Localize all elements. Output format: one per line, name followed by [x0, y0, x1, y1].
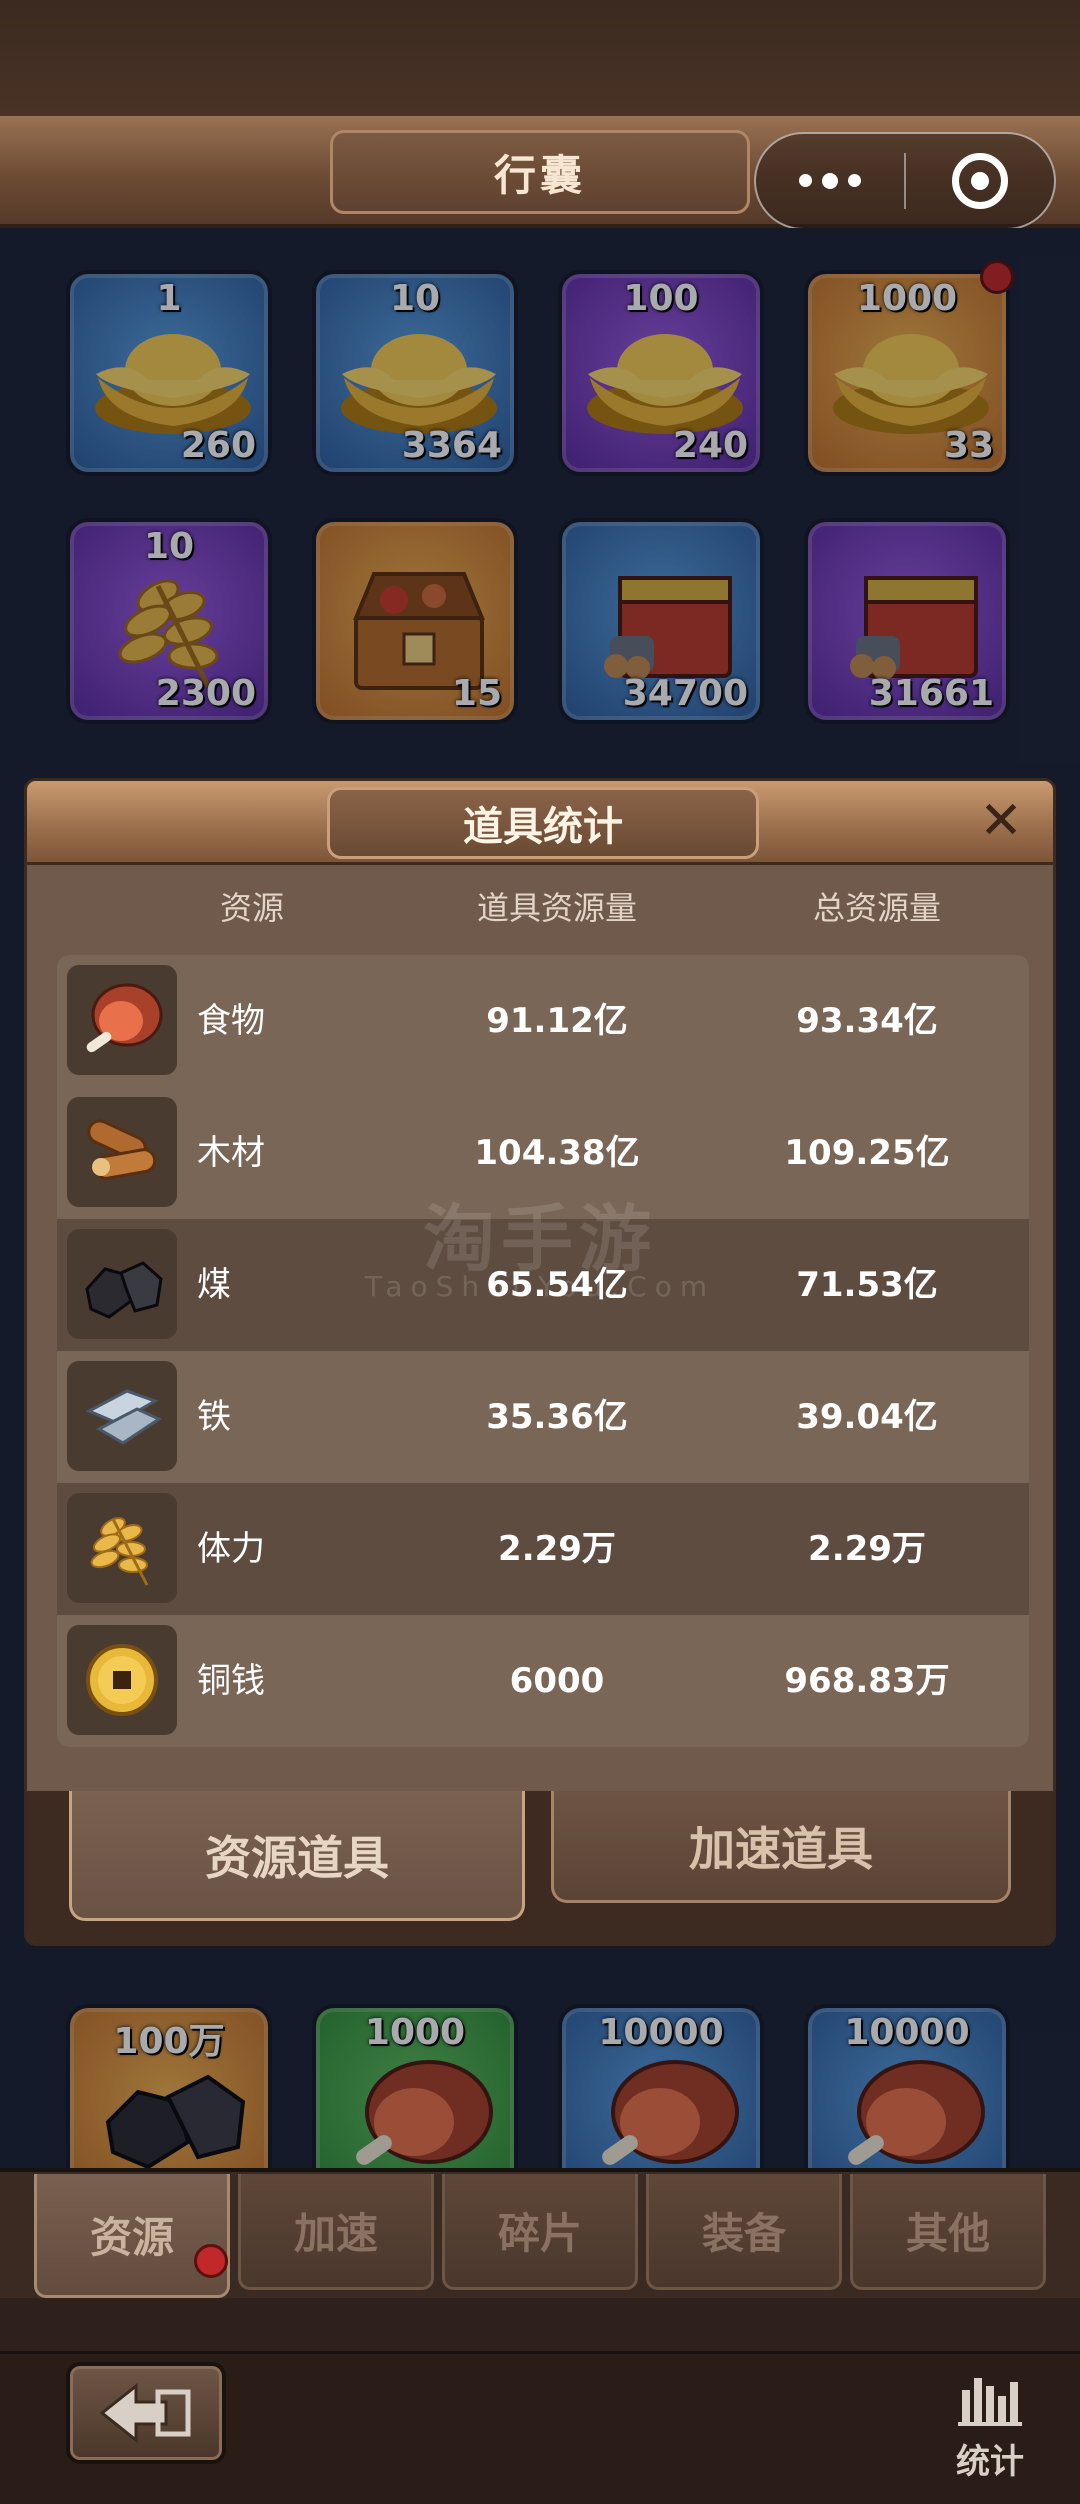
total-amount: 39.04亿	[796, 1397, 938, 1437]
tab-fragments[interactable]: 碎片	[442, 2174, 638, 2290]
table-row: 铁 35.36亿 39.04亿	[57, 1351, 1029, 1483]
table-row: 铜钱 6000 968.83万	[57, 1615, 1029, 1747]
item-amount: 35.36亿	[486, 1397, 628, 1437]
modal-tabs: 资源道具 加速道具	[27, 1791, 1053, 1943]
coin-icon	[67, 1625, 177, 1735]
table-header: 资源 道具资源量 总资源量	[27, 883, 1053, 933]
resource-name: 铁	[197, 1397, 231, 1437]
total-amount: 2.29万	[808, 1529, 926, 1569]
modal-title: 道具统计	[327, 787, 759, 859]
tab-resource-items[interactable]: 资源道具	[69, 1791, 525, 1921]
item-amount: 2.29万	[498, 1529, 616, 1569]
tab-speedup[interactable]: 加速	[238, 2174, 434, 2290]
resource-name: 铜钱	[197, 1661, 265, 1701]
stats-button[interactable]: 统计	[940, 2370, 1040, 2482]
item-amount: 6000	[509, 1661, 605, 1701]
stats-label: 统计	[956, 2442, 1024, 2482]
notification-dot	[194, 2244, 228, 2278]
column-total-amount: 总资源量	[812, 889, 941, 927]
tab-speedup-items[interactable]: 加速道具	[551, 1791, 1011, 1903]
tab-equipment[interactable]: 装备	[646, 2174, 842, 2290]
resource-name: 体力	[197, 1529, 265, 1569]
table-row: 食物 91.12亿 93.34亿	[57, 955, 1029, 1087]
resource-name: 食物	[197, 1001, 265, 1041]
mini-program-capsule	[754, 132, 1056, 230]
page-title: 行囊	[330, 130, 750, 214]
total-amount: 968.83万	[784, 1661, 950, 1701]
bar-chart-icon	[958, 2378, 1022, 2426]
back-arrow-icon	[99, 2382, 191, 2444]
back-button[interactable]	[66, 2362, 226, 2464]
tab-other[interactable]: 其他	[850, 2174, 1046, 2290]
close-icon[interactable]: ✕	[971, 791, 1031, 851]
table-row: 体力 2.29万 2.29万	[57, 1483, 1029, 1615]
item-stats-modal: 道具统计 ✕ 资源 道具资源量 总资源量 食物 91.12亿 93.34亿 木材…	[24, 778, 1056, 1946]
iron-icon	[67, 1361, 177, 1471]
wheat-icon	[67, 1493, 177, 1603]
stats-table: 食物 91.12亿 93.34亿 木材 104.38亿 109.25亿 煤 65…	[57, 955, 1029, 1747]
column-resource: 资源	[219, 889, 284, 927]
item-amount: 91.12亿	[486, 1001, 628, 1041]
meat-icon	[67, 965, 177, 1075]
footer-divider	[0, 2298, 1080, 2354]
close-program-icon[interactable]	[906, 153, 1054, 209]
total-amount: 93.34亿	[796, 1001, 938, 1041]
top-banner	[0, 0, 1080, 120]
column-item-amount: 道具资源量	[476, 889, 637, 927]
tab-resources[interactable]: 资源	[34, 2174, 230, 2298]
watermark-sub: TaoShouYou.Com	[364, 1270, 716, 1303]
more-icon[interactable]	[756, 172, 904, 189]
